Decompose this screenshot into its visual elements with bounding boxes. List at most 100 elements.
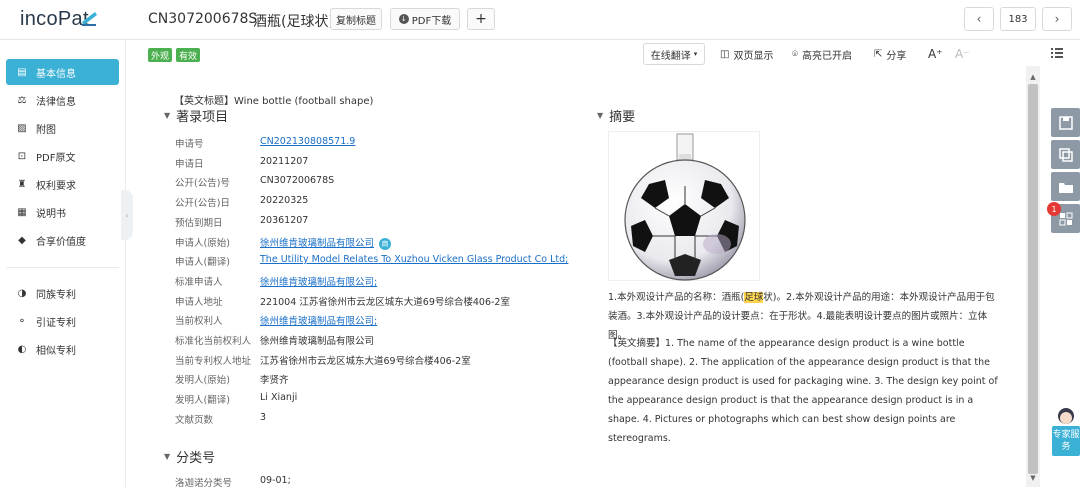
sidebar-item-claims[interactable]: ♜ 权利要求 [6,171,119,197]
field-label: 标准化当前权利人 [175,336,252,347]
caret-down-icon: ▾ [693,50,698,58]
status-tags: 外观 有效 [148,48,201,62]
divider [6,267,119,268]
field-value: 徐州维肯玻璃制品有限公司 [260,333,374,347]
add-button[interactable]: + [467,8,495,30]
sidebar-collapse-handle[interactable]: ‹ [121,190,133,240]
field-value-link[interactable]: 徐州维肯玻璃制品有限公司; [260,313,377,327]
sidebar-item-citations[interactable]: ⚬ 引证专利 [6,308,119,334]
copy-icon [1058,147,1073,162]
field-value-text: The Utility Model Relates To Xuzhou Vick… [260,254,569,265]
dual-page-button[interactable]: ◫ 双页显示 [720,47,773,62]
field-value: 09-01; [260,475,291,486]
expert-service-button[interactable]: 专家服务 [1052,426,1080,456]
sidebar-item-label: 说明书 [36,208,66,220]
football-bottle-image [624,133,746,281]
sidebar-item-label: 相似专利 [36,345,76,357]
main-content: 【英文标题】Wine bottle (football shape) ▼ 著录项… [148,66,1026,487]
chevron-left-icon: ‹ [976,12,982,26]
translate-label: 在线翻译 [650,50,691,62]
book-icon: ▦ [17,206,27,218]
highlighted-term: 足球 [744,292,764,303]
field-label: 当前专利权人地址 [175,356,252,367]
status-badge: 外观 [148,48,173,62]
sidebar-item-label: 同族专利 [36,289,76,301]
folder-icon [1058,182,1073,193]
citation-icon: ⚬ [17,315,27,327]
sidebar-item-family[interactable]: ◑ 同族专利 [6,280,119,306]
field-label: 当前权利人 [175,316,223,327]
prev-page-button[interactable]: ‹ [964,7,994,31]
field-value-text: 20220325 [260,195,309,206]
sidebar-item-pdf[interactable]: ⊡ PDF原文 [6,143,119,169]
similar-icon: ◐ [17,343,27,355]
field-value-text: 江苏省徐州市云龙区城东大道69号综合楼406-2室 [260,356,471,367]
abstract-cn-text: 1.本外观设计产品的名称：酒瓶( [608,292,745,303]
caret-down-icon: ▼ [164,111,171,120]
field-value-text: 徐州维肯玻璃制品有限公司; [260,316,378,327]
document-icon: ▤ [17,66,27,78]
sidebar-item-label: 法律信息 [36,96,76,108]
trademark-badge-icon[interactable]: 商 [379,237,392,250]
abstract-section-heading[interactable]: ▼ 摘要 [597,106,635,125]
field-value-text: CN307200678S [260,175,335,186]
scroll-up-arrow[interactable]: ▲ [1027,70,1039,84]
font-increase-button[interactable]: A⁺ [928,47,943,61]
section-title: 分类号 [176,451,216,466]
dual-page-label: 双页显示 [733,51,774,62]
sidebar-item-basic-info[interactable]: ▤ 基本信息 [6,59,119,85]
status-badge: 有效 [176,48,201,62]
scrollbar-thumb[interactable] [1028,84,1038,474]
field-label: 洛迦诺分类号 [175,478,233,487]
field-value: 20361207 [260,215,308,226]
pdf-download-button[interactable]: ↓ PDF下载 [390,8,460,30]
stamp-icon: ♜ [17,178,27,190]
abstract-en-prefix: 【英文摘要】 [608,338,666,349]
translate-dropdown[interactable]: 在线翻译 ▾ [643,43,705,65]
image-icon: ▨ [17,122,27,134]
class-section-heading[interactable]: ▼ 分类号 [164,447,215,466]
field-value: 221004 江苏省徐州市云龙区城东大道69号综合楼406-2室 [260,294,510,308]
field-value: Li Xianji [260,392,297,403]
sidebar-item-similar[interactable]: ◐ 相似专利 [6,336,119,362]
plus-icon: + [475,11,487,27]
field-value-link[interactable]: 徐州维肯玻璃制品有限公司商 [260,235,392,250]
field-value-text: 徐州维肯玻璃制品有限公司 [260,238,375,249]
font-decrease-button[interactable]: A⁻ [955,47,970,61]
field-value-link[interactable]: 徐州维肯玻璃制品有限公司; [260,274,377,288]
logo-mark-icon [82,12,97,26]
save-icon [1058,115,1073,130]
copy-title-button[interactable]: 复制标题 [330,8,382,30]
diamond-icon: ◆ [18,234,26,246]
field-label: 标准申请人 [175,277,223,288]
scroll-down-arrow[interactable]: ▼ [1027,471,1039,485]
product-image[interactable] [608,131,760,281]
field-value-text: CN202130808571.9 [260,136,356,147]
list-icon[interactable] [1050,46,1064,60]
field-label: 预估到期日 [175,218,223,229]
chevron-left-icon: ‹ [125,210,129,220]
biblio-section-heading[interactable]: ▼ 著录项目 [164,106,228,125]
save-rail-button[interactable] [1051,108,1080,137]
top-bar: incoPat CN307200678S 酒瓶(足球状) 复制标题 ↓ PDF下… [0,0,1080,40]
folder-rail-button[interactable] [1051,172,1080,201]
highlight-toggle[interactable]: ⌾ 高亮已开启 [792,47,852,62]
field-value-text: 徐州维肯玻璃制品有限公司; [260,277,378,288]
field-value-link[interactable]: CN202130808571.9 [260,136,355,147]
sidebar-item-description[interactable]: ▦ 说明书 [6,199,119,225]
field-label: 申请人(翻译) [175,257,230,268]
caret-down-icon: ▼ [597,111,604,120]
compare-rail-button[interactable] [1051,140,1080,169]
field-label: 发明人(翻译) [175,395,230,406]
sidebar-item-drawings[interactable]: ▨ 附图 [6,115,119,141]
field-value-link[interactable]: The Utility Model Relates To Xuzhou Vick… [260,254,568,265]
download-icon: ↓ [398,14,409,24]
next-page-button[interactable]: › [1042,7,1072,31]
field-label: 发明人(原始) [175,375,230,386]
share-button[interactable]: ⇱ 分享 [874,47,906,62]
sidebar-item-value[interactable]: ◆ 合享价值度 [6,227,119,253]
field-label: 文献页数 [175,415,214,426]
page-number[interactable]: 183 [1000,7,1036,31]
sidebar-item-legal-info[interactable]: ⚖ 法律信息 [6,87,119,113]
field-value: 江苏省徐州市云龙区城东大道69号综合楼406-2室 [260,353,471,367]
